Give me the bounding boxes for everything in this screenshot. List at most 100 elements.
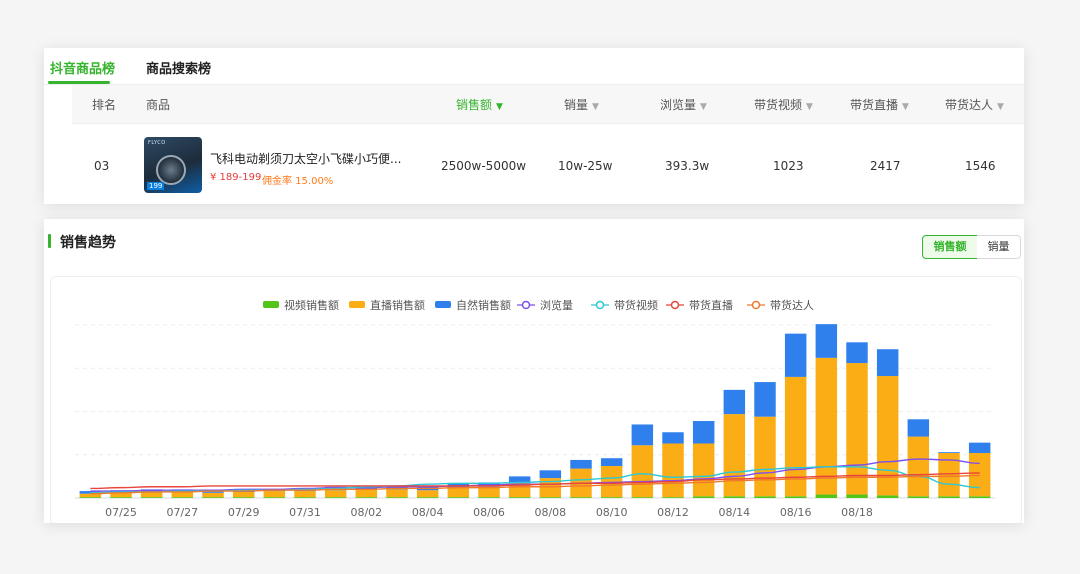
caret-down-icon: ▼ <box>592 102 599 112</box>
legend-swatch <box>349 301 365 308</box>
bar-natural-sales <box>784 333 807 377</box>
bar-live-sales <box>662 443 684 498</box>
legend-label: 带货达人 <box>770 298 814 312</box>
thumbnail-brand: FLYCO <box>148 140 166 146</box>
bar-natural-sales <box>815 324 838 358</box>
legend-label: 自然销售额 <box>456 298 511 312</box>
influencers-value: 1546 <box>965 159 996 173</box>
bar-live-sales <box>692 443 715 497</box>
x-tick-label: 08/12 <box>657 506 689 519</box>
shaver-image <box>156 155 186 185</box>
bar-live-sales <box>754 416 776 497</box>
x-tick-label: 07/31 <box>289 506 321 519</box>
x-tick-label: 08/14 <box>718 506 750 519</box>
bar-live-sales <box>907 436 930 497</box>
bar-video-sales <box>140 497 163 498</box>
bar-video-sales <box>508 497 531 498</box>
bar-video-sales <box>631 497 654 498</box>
bar-natural-sales <box>723 389 746 415</box>
legend-label: 带货直播 <box>689 298 733 312</box>
bar-natural-sales <box>754 382 776 417</box>
x-tick-label: 07/25 <box>105 506 137 519</box>
legend-marker <box>670 300 680 310</box>
header-sales-volume[interactable]: 销量 ▼ <box>564 96 599 113</box>
legend-label: 浏览量 <box>540 298 573 312</box>
bar-natural-sales <box>508 476 531 483</box>
bar-live-sales <box>723 414 746 497</box>
bar-natural-sales <box>938 452 960 454</box>
chart-container: 07/25 07/27 07/29 07/31 08/02 08/04 08/06 08/08… <box>50 276 1022 523</box>
product-name[interactable]: 飞科电动剃须刀太空小飞碟小巧便... <box>210 150 410 167</box>
x-tick-label: 08/04 <box>412 506 444 519</box>
x-tick-label: 08/18 <box>841 506 873 519</box>
bar-natural-sales <box>600 458 623 466</box>
bar-natural-sales <box>907 419 930 437</box>
bar-live-sales <box>324 490 347 498</box>
header-lives[interactable]: 带货直播 ▼ <box>850 96 909 113</box>
bar-live-sales <box>232 491 255 498</box>
rank-value: 03 <box>94 159 110 173</box>
bar-natural-sales <box>876 349 899 377</box>
active-tab-indicator <box>48 81 110 84</box>
bar-video-sales <box>355 497 378 498</box>
videos-value: 1023 <box>773 159 804 173</box>
sales-amount-value: 2500w-5000w <box>441 159 527 173</box>
header-influencers[interactable]: 带货达人 ▼ <box>945 96 1004 113</box>
header-influencers-label: 带货达人 <box>945 98 994 112</box>
bar-live-sales <box>202 492 224 498</box>
bar-video-sales <box>784 496 807 498</box>
x-tick-label: 08/02 <box>350 506 382 519</box>
tab-product-search[interactable]: 商品搜索榜 <box>146 58 211 77</box>
bar-natural-sales <box>570 459 592 469</box>
commission-rate: 佣金率 15.00% <box>262 176 334 187</box>
header-videos[interactable]: 带货视频 ▼ <box>754 96 813 113</box>
bar-natural-sales <box>631 424 654 446</box>
legend-label: 带货视频 <box>614 298 658 312</box>
caret-down-icon: ▼ <box>496 102 503 112</box>
header-sales-amount[interactable]: 销售额 ▼ <box>456 96 503 113</box>
tab-douyin-products[interactable]: 抖音商品榜 <box>50 58 115 77</box>
header-sales-amount-label: 销售额 <box>456 98 493 112</box>
table-row[interactable]: 03 FLYCO 199 飞科电动剃须刀太空小飞碟小巧便... ¥ 189-19… <box>72 124 1024 204</box>
bar-live-sales <box>294 491 316 498</box>
sales-trend-chart: 07/25 07/27 07/29 07/31 08/02 08/04 08/06 08/08… <box>75 298 995 519</box>
bar-video-sales <box>846 494 868 498</box>
header-lives-label: 带货直播 <box>850 98 899 112</box>
header-views[interactable]: 浏览量 ▼ <box>660 96 707 113</box>
views-value: 393.3w <box>665 159 710 173</box>
bar-video-sales <box>416 497 439 498</box>
caret-down-icon: ▼ <box>700 102 707 112</box>
bar-video-sales <box>907 496 930 498</box>
bar-video-sales <box>754 496 776 498</box>
bar-video-sales <box>202 497 224 498</box>
lives-value: 2417 <box>870 159 901 173</box>
toggle-sales-volume[interactable]: 销量 <box>977 235 1021 259</box>
bar-live-sales <box>263 491 286 498</box>
x-tick-label: 08/08 <box>534 506 566 519</box>
legend-label: 视频销售额 <box>284 298 339 312</box>
bar-natural-sales <box>539 470 562 479</box>
x-tick-label: 08/06 <box>473 506 505 519</box>
bar-video-sales <box>110 497 132 498</box>
bar-live-sales <box>386 489 408 498</box>
sales-trend-panel: 销售趋势 销售额 销量 07/25 07/27 07/29 07/31 08/02 08/… <box>44 219 1024 523</box>
bar-natural-sales <box>968 442 991 454</box>
legend-marker <box>521 300 531 310</box>
sales-volume-value: 10w-25w <box>558 159 613 173</box>
bar-live-sales <box>447 487 470 498</box>
bar-video-sales <box>570 497 592 498</box>
x-tick-label: 07/27 <box>166 506 198 519</box>
legend-marker <box>751 300 761 310</box>
bar-video-sales <box>662 497 684 498</box>
header-videos-label: 带货视频 <box>754 98 803 112</box>
product-thumbnail[interactable]: FLYCO 199 <box>144 137 202 193</box>
bar-video-sales <box>938 496 960 498</box>
bar-video-sales <box>539 497 562 498</box>
header-product: 商品 <box>146 98 171 112</box>
title-accent-bar <box>48 234 51 248</box>
bar-video-sales <box>968 496 991 498</box>
bar-natural-sales <box>692 421 715 444</box>
x-tick-label: 07/29 <box>228 506 260 519</box>
ranking-panel: 抖音商品榜 商品搜索榜 排名 商品 销售额 ▼ 销量 ▼ 浏览量 ▼ 带货视频 ▼ 带货… <box>44 48 1024 204</box>
toggle-sales-amount[interactable]: 销售额 <box>922 235 978 259</box>
